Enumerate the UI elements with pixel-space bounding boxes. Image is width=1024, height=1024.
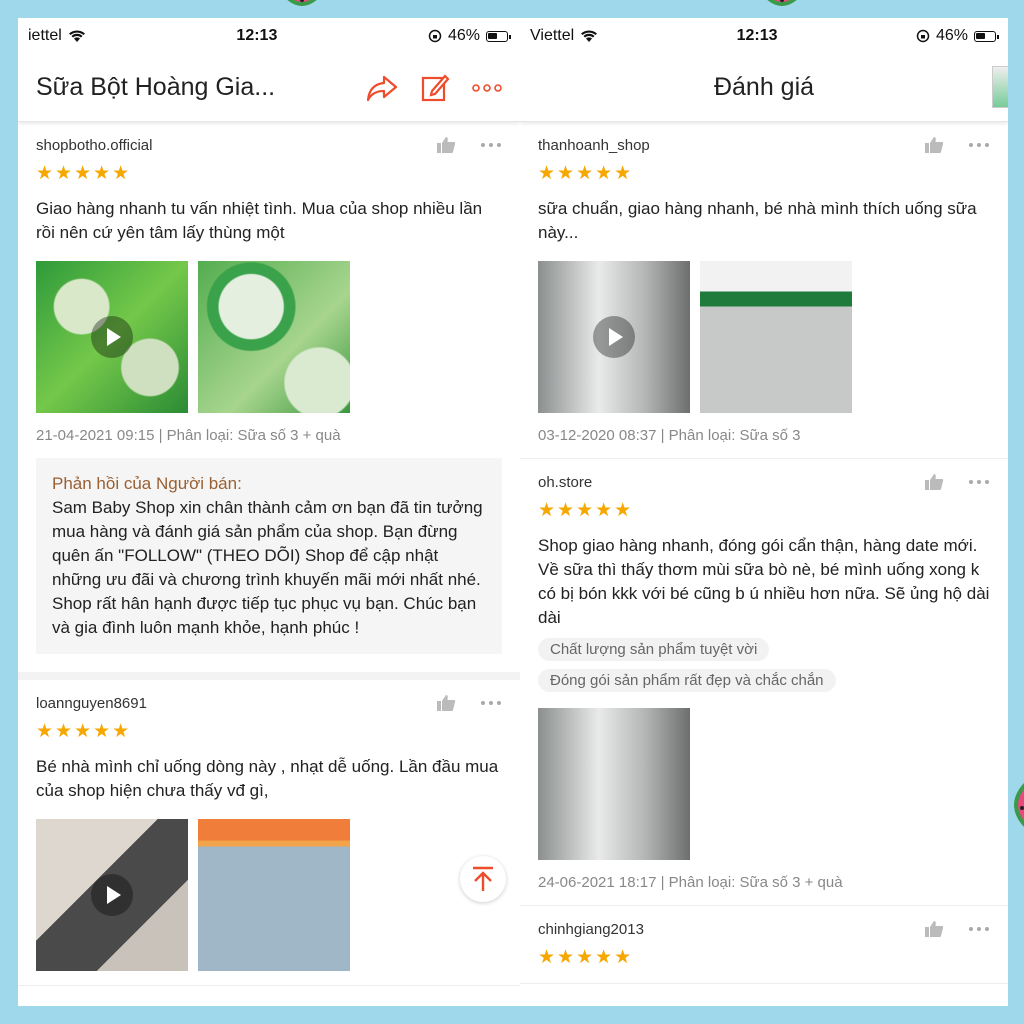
review-image[interactable] bbox=[700, 261, 852, 413]
review-meta: 24-06-2021 18:17 | Phân loại: Sữa số 3 +… bbox=[538, 874, 843, 891]
watermelon-decoration bbox=[767, 0, 797, 6]
like-icon[interactable] bbox=[924, 920, 944, 938]
review-text: Giao hàng nhanh tu vấn nhiệt tình. Mua c… bbox=[36, 199, 483, 242]
review-text: Shop giao hàng nhanh, đóng gói cẩn thận,… bbox=[538, 536, 990, 627]
wifi-icon bbox=[581, 29, 598, 42]
left-screenshot: iettel 12:13 46% Sữa Bột Hoàng Gia... sh… bbox=[18, 18, 520, 1006]
review-image[interactable] bbox=[198, 261, 350, 413]
clock: 12:13 bbox=[236, 27, 278, 44]
like-icon[interactable] bbox=[924, 136, 944, 154]
battery-percent: 46% bbox=[447, 27, 480, 44]
review-video-thumbnail[interactable] bbox=[36, 819, 188, 971]
review-item: shopbotho.official ★★★★★ Giao hàng nhanh… bbox=[18, 122, 520, 680]
review-text: sữa chuẩn, giao hàng nhanh, bé nhà mình … bbox=[538, 199, 977, 242]
review-username[interactable]: thanhoanh_shop bbox=[538, 137, 650, 154]
review-image[interactable] bbox=[538, 708, 690, 860]
product-thumbnail[interactable] bbox=[992, 66, 1008, 108]
review-video-thumbnail[interactable] bbox=[538, 261, 690, 413]
rating-stars: ★★★★★ bbox=[538, 947, 634, 968]
page-title: Sữa Bột Hoàng Gia... bbox=[36, 73, 276, 101]
like-icon[interactable] bbox=[924, 473, 944, 491]
review-image[interactable] bbox=[198, 819, 350, 971]
rating-stars: ★★★★★ bbox=[538, 163, 634, 184]
battery-icon bbox=[973, 30, 999, 42]
nav-bar: Đánh giá bbox=[520, 54, 1008, 122]
review-video-thumbnail[interactable] bbox=[36, 261, 188, 413]
edit-icon[interactable] bbox=[420, 73, 450, 103]
seller-reply-title: Phản hồi của Người bán: bbox=[52, 474, 242, 493]
share-icon[interactable] bbox=[366, 74, 398, 102]
review-item: oh.store ★★★★★ Shop giao hàng nhanh, đón… bbox=[520, 459, 1008, 906]
watermelon-decoration bbox=[287, 0, 317, 6]
review-username[interactable]: chinhgiang2013 bbox=[538, 921, 644, 938]
more-icon[interactable] bbox=[968, 926, 990, 932]
rating-stars: ★★★★★ bbox=[36, 163, 132, 184]
like-icon[interactable] bbox=[436, 136, 456, 154]
rating-stars: ★★★★★ bbox=[538, 500, 634, 521]
review-item: loannguyen8691 ★★★★★ Bé nhà mình chỉ uốn… bbox=[18, 680, 520, 986]
review-username[interactable]: loannguyen8691 bbox=[36, 695, 147, 712]
rating-stars: ★★★★★ bbox=[36, 721, 132, 742]
review-tag: Đóng gói sản phẩm rất đẹp và chắc chắn bbox=[538, 669, 836, 692]
status-bar: Viettel 12:13 46% bbox=[520, 18, 1008, 54]
review-tag: Chất lượng sản phẩm tuyệt vời bbox=[538, 638, 770, 661]
play-icon bbox=[593, 316, 635, 358]
right-screenshot: Viettel 12:13 46% Đánh giá thanhoanh_sho… bbox=[520, 18, 1008, 1006]
review-meta: 03-12-2020 08:37 | Phân loại: Sữa số 3 bbox=[538, 427, 801, 444]
more-icon[interactable] bbox=[480, 700, 502, 706]
carrier-label: iettel bbox=[28, 27, 62, 44]
review-username[interactable]: oh.store bbox=[538, 474, 592, 491]
more-icon[interactable] bbox=[480, 142, 502, 148]
carrier-label: Viettel bbox=[530, 27, 575, 44]
battery-icon bbox=[486, 30, 511, 42]
clock: 12:13 bbox=[736, 27, 778, 44]
review-meta: 21-04-2021 09:15 | Phân loại: Sữa số 3 +… bbox=[36, 427, 341, 444]
play-icon bbox=[91, 316, 133, 358]
like-icon[interactable] bbox=[436, 694, 456, 712]
more-icon[interactable] bbox=[968, 479, 990, 485]
arrow-up-icon bbox=[473, 866, 493, 891]
nav-bar: Sữa Bột Hoàng Gia... bbox=[18, 54, 520, 122]
seller-reply: Phản hồi của Người bán: Sam Baby Shop xi… bbox=[36, 458, 502, 654]
review-item: chinhgiang2013 ★★★★★ bbox=[520, 906, 1008, 984]
review-item: thanhoanh_shop ★★★★★ sữa chuẩn, giao hàn… bbox=[520, 122, 1008, 459]
play-icon bbox=[91, 874, 133, 916]
more-icon[interactable] bbox=[472, 83, 502, 93]
wifi-icon bbox=[68, 29, 85, 42]
rotation-lock-icon bbox=[916, 29, 930, 43]
seller-reply-text: Sam Baby Shop xin chân thành cảm ơn bạn … bbox=[52, 498, 483, 637]
review-username[interactable]: shopbotho.official bbox=[36, 137, 152, 154]
scroll-to-top-button[interactable] bbox=[460, 856, 506, 902]
page-title: Đánh giá bbox=[713, 73, 815, 101]
more-icon[interactable] bbox=[968, 142, 990, 148]
status-bar: iettel 12:13 46% bbox=[18, 18, 520, 54]
battery-percent: 46% bbox=[935, 27, 968, 44]
review-text: Bé nhà mình chỉ uống dòng này , nhạt dễ … bbox=[36, 757, 499, 800]
rotation-lock-icon bbox=[428, 29, 442, 43]
